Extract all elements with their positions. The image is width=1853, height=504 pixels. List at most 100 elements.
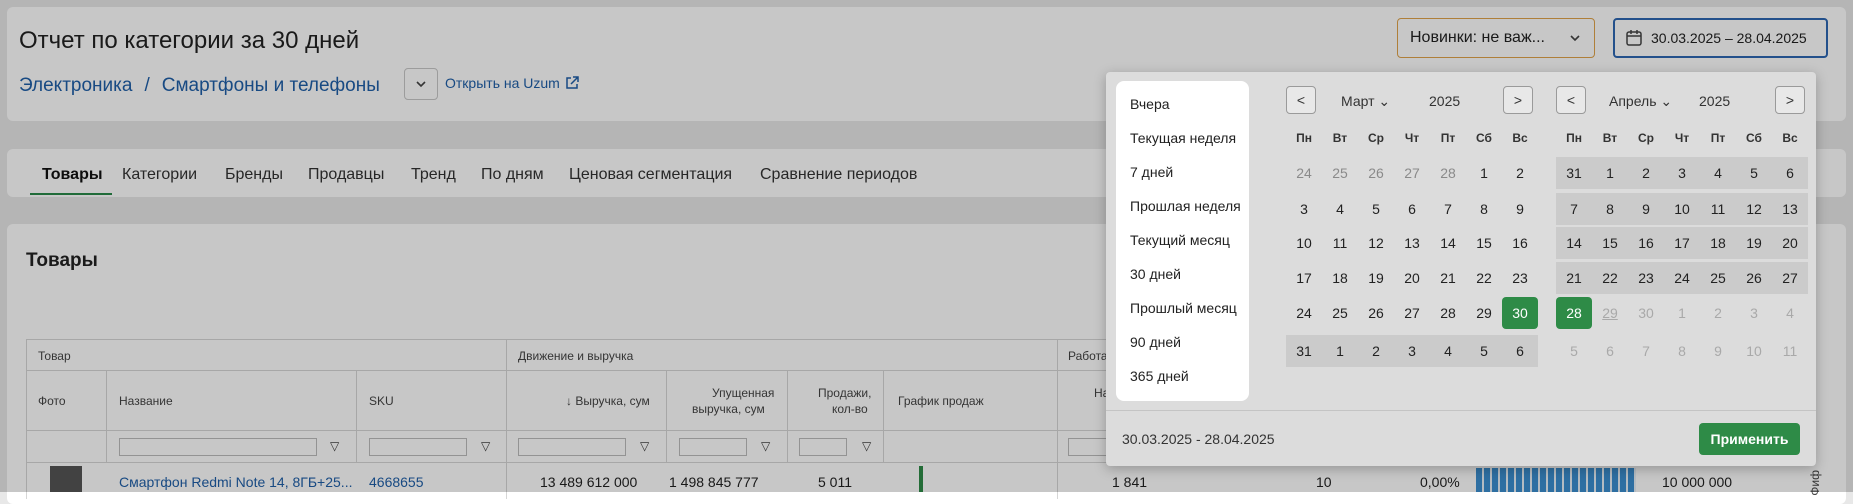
prev-month-button[interactable]: < [1286, 86, 1316, 114]
calendar-day[interactable]: 24 [1664, 262, 1700, 294]
next-month-button-right[interactable]: > [1775, 86, 1805, 114]
calendar-day[interactable]: 5 [1466, 335, 1502, 367]
calendar-day[interactable]: 28 [1556, 297, 1592, 329]
calendar-day[interactable]: 3 [1394, 335, 1430, 367]
calendar-day[interactable]: 24 [1286, 157, 1322, 189]
calendar-day[interactable]: 25 [1322, 157, 1358, 189]
calendar-day[interactable]: 11 [1772, 335, 1808, 367]
calendar-day[interactable]: 13 [1394, 227, 1430, 259]
calendar-day[interactable]: 22 [1592, 262, 1628, 294]
calendar-day[interactable]: 1 [1592, 157, 1628, 189]
calendar-day[interactable]: 30 [1628, 297, 1664, 329]
calendar-day[interactable]: 27 [1394, 157, 1430, 189]
preset-option[interactable]: Вчера [1130, 96, 1170, 112]
preset-option[interactable]: 30 дней [1130, 266, 1181, 282]
calendar-day[interactable]: 2 [1700, 297, 1736, 329]
calendar-day[interactable]: 10 [1286, 227, 1322, 259]
preset-option[interactable]: Текущая неделя [1130, 130, 1236, 146]
calendar-day[interactable]: 27 [1772, 262, 1808, 294]
preset-option[interactable]: Прошлый месяц [1130, 300, 1237, 316]
calendar-day[interactable]: 11 [1700, 193, 1736, 225]
calendar-day[interactable]: 21 [1430, 262, 1466, 294]
calendar-day[interactable]: 21 [1556, 262, 1592, 294]
calendar-day[interactable]: 23 [1502, 262, 1538, 294]
calendar-day[interactable]: 27 [1394, 297, 1430, 329]
calendar-day[interactable]: 30 [1502, 297, 1538, 329]
calendar-day[interactable]: 28 [1430, 297, 1466, 329]
preset-option[interactable]: Текущий месяц [1130, 232, 1230, 248]
calendar-day[interactable]: 3 [1736, 297, 1772, 329]
calendar-day[interactable]: 7 [1628, 335, 1664, 367]
calendar-day[interactable]: 28 [1430, 157, 1466, 189]
calendar-day[interactable]: 3 [1664, 157, 1700, 189]
calendar-day[interactable]: 3 [1286, 193, 1322, 225]
calendar-day[interactable]: 8 [1466, 193, 1502, 225]
calendar-day[interactable]: 9 [1628, 193, 1664, 225]
calendar-day[interactable]: 26 [1736, 262, 1772, 294]
calendar-day[interactable]: 19 [1736, 227, 1772, 259]
calendar-day[interactable]: 20 [1394, 262, 1430, 294]
calendar-day[interactable]: 16 [1628, 227, 1664, 259]
calendar-day[interactable]: 4 [1430, 335, 1466, 367]
calendar-day[interactable]: 29 [1466, 297, 1502, 329]
calendar-day[interactable]: 25 [1700, 262, 1736, 294]
calendar-day[interactable]: 5 [1556, 335, 1592, 367]
left-year-value[interactable]: 2025 [1429, 93, 1460, 109]
calendar-day[interactable]: 9 [1700, 335, 1736, 367]
calendar-day[interactable]: 31 [1556, 157, 1592, 189]
calendar-day[interactable]: 5 [1358, 193, 1394, 225]
calendar-day[interactable]: 8 [1664, 335, 1700, 367]
calendar-day[interactable]: 22 [1466, 262, 1502, 294]
calendar-day[interactable]: 11 [1322, 227, 1358, 259]
calendar-day[interactable]: 10 [1664, 193, 1700, 225]
calendar-day[interactable]: 7 [1430, 193, 1466, 225]
right-year-value[interactable]: 2025 [1699, 93, 1730, 109]
calendar-day[interactable]: 26 [1358, 297, 1394, 329]
calendar-day[interactable]: 18 [1322, 262, 1358, 294]
calendar-day[interactable]: 7 [1556, 193, 1592, 225]
calendar-day[interactable]: 17 [1664, 227, 1700, 259]
apply-button[interactable]: Применить [1699, 423, 1800, 455]
calendar-day[interactable]: 6 [1502, 335, 1538, 367]
prev-month-button-right[interactable]: < [1556, 86, 1586, 114]
calendar-day[interactable]: 8 [1592, 193, 1628, 225]
calendar-day[interactable]: 10 [1736, 335, 1772, 367]
calendar-day[interactable]: 4 [1700, 157, 1736, 189]
calendar-day[interactable]: 6 [1772, 157, 1808, 189]
calendar-day[interactable]: 12 [1736, 193, 1772, 225]
calendar-day[interactable]: 1 [1322, 335, 1358, 367]
calendar-day[interactable]: 31 [1286, 335, 1322, 367]
calendar-day[interactable]: 18 [1700, 227, 1736, 259]
calendar-day[interactable]: 16 [1502, 227, 1538, 259]
preset-option[interactable]: 7 дней [1130, 164, 1173, 180]
calendar-day[interactable]: 2 [1358, 335, 1394, 367]
calendar-day[interactable]: 19 [1358, 262, 1394, 294]
calendar-day[interactable]: 14 [1430, 227, 1466, 259]
calendar-day[interactable]: 15 [1466, 227, 1502, 259]
next-month-button[interactable]: > [1503, 86, 1533, 114]
left-month-select[interactable]: Март ⌄ [1341, 93, 1390, 110]
preset-option[interactable]: 90 дней [1130, 334, 1181, 350]
calendar-day[interactable]: 24 [1286, 297, 1322, 329]
calendar-day[interactable]: 13 [1772, 193, 1808, 225]
calendar-day[interactable]: 4 [1322, 193, 1358, 225]
calendar-day[interactable]: 2 [1502, 157, 1538, 189]
calendar-day[interactable]: 23 [1628, 262, 1664, 294]
calendar-day[interactable]: 2 [1628, 157, 1664, 189]
calendar-day[interactable]: 4 [1772, 297, 1808, 329]
calendar-day[interactable]: 17 [1286, 262, 1322, 294]
right-month-select[interactable]: Апрель ⌄ [1609, 93, 1672, 110]
preset-option[interactable]: Прошлая неделя [1130, 198, 1241, 214]
calendar-day[interactable]: 5 [1736, 157, 1772, 189]
calendar-day[interactable]: 12 [1358, 227, 1394, 259]
calendar-day[interactable]: 25 [1322, 297, 1358, 329]
calendar-day[interactable]: 6 [1592, 335, 1628, 367]
calendar-day[interactable]: 20 [1772, 227, 1808, 259]
calendar-day[interactable]: 6 [1394, 193, 1430, 225]
calendar-day[interactable]: 1 [1664, 297, 1700, 329]
calendar-day[interactable]: 14 [1556, 227, 1592, 259]
preset-option[interactable]: 365 дней [1130, 368, 1189, 384]
calendar-day[interactable]: 29 [1592, 297, 1628, 329]
calendar-day[interactable]: 9 [1502, 193, 1538, 225]
calendar-day[interactable]: 1 [1466, 157, 1502, 189]
